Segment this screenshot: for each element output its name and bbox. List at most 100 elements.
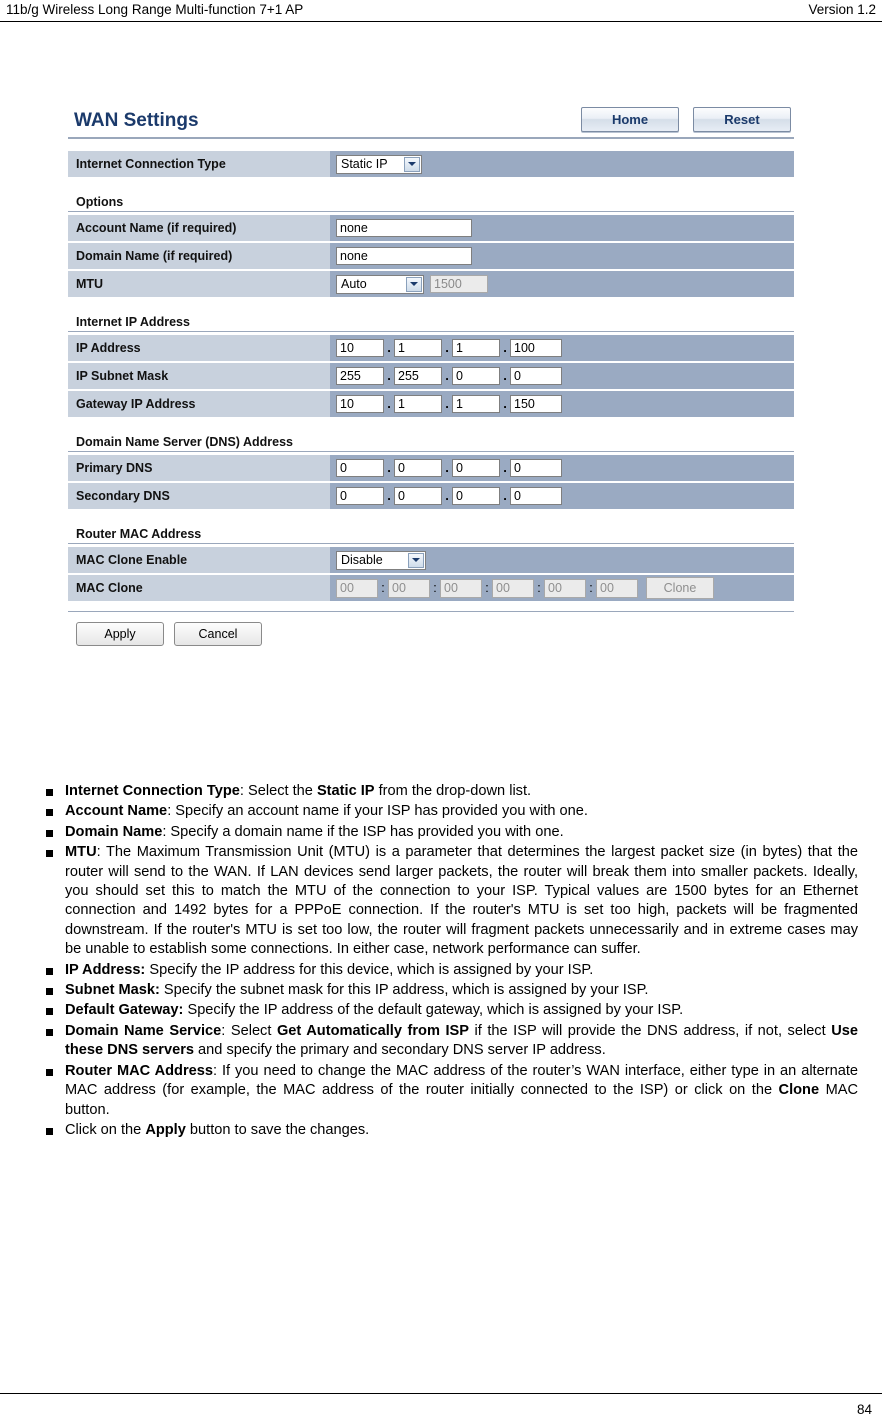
document-page: 11b/g Wireless Long Range Multi-function…: [0, 0, 882, 1424]
row-gateway-ip-address: Gateway IP Address . . .: [68, 391, 794, 417]
primary-dns-octet-1[interactable]: [336, 459, 384, 477]
list-item: Router MAC Address: If you need to chang…: [46, 1062, 858, 1120]
primary-dns-octet-3[interactable]: [452, 459, 500, 477]
mac-octet-2[interactable]: 00: [388, 578, 430, 598]
chevron-down-icon[interactable]: [406, 276, 422, 292]
primary-dns-octet-2[interactable]: [394, 459, 442, 477]
bullet-strong: Static IP: [316, 783, 375, 799]
panel-action-buttons: Home Reset: [581, 107, 794, 132]
list-item: Internet Connection Type: Select the Sta…: [46, 782, 858, 801]
domain-name-input[interactable]: [336, 247, 472, 265]
group-title-options: Options: [68, 195, 794, 212]
secondary-dns-octet-4[interactable]: [510, 487, 562, 505]
mac-separator: :: [589, 581, 593, 595]
ip-address-octet-4[interactable]: [510, 339, 562, 357]
chevron-down-icon[interactable]: [404, 156, 420, 172]
description-bullet-list: Internet Connection Type: Select the Sta…: [46, 782, 858, 1141]
ip-separator: .: [503, 396, 507, 411]
label-primary-dns: Primary DNS: [68, 455, 330, 481]
bullet-text: : The Maximum Transmission Unit (MTU) is…: [65, 844, 858, 958]
label-mtu: MTU: [68, 271, 330, 297]
row-primary-dns: Primary DNS . . .: [68, 455, 794, 481]
bullet-text: : Specify a domain name if the ISP has p…: [162, 823, 564, 840]
primary-dns-octet-4[interactable]: [510, 459, 562, 477]
bullet-text: Specify the IP address for this device, …: [145, 961, 594, 978]
subnet-mask-octet-2[interactable]: [394, 367, 442, 385]
bullet-square-icon: [46, 1127, 53, 1135]
mac-octet-3[interactable]: 00: [440, 578, 482, 598]
page-number: 84: [856, 1401, 872, 1417]
group-internet-ip: Internet IP Address IP Address . . . IP …: [68, 315, 794, 417]
clone-button[interactable]: Clone: [646, 577, 714, 599]
secondary-dns-octet-2[interactable]: [394, 487, 442, 505]
ip-separator: .: [445, 368, 449, 383]
ip-separator: .: [503, 488, 507, 503]
subnet-mask-octet-4[interactable]: [510, 367, 562, 385]
ip-address-octet-3[interactable]: [452, 339, 500, 357]
row-domain-name: Domain Name (if required): [68, 243, 794, 269]
mac-octet-1[interactable]: 00: [336, 578, 378, 598]
mac-octet-4[interactable]: 00: [492, 578, 534, 598]
row-ip-address: IP Address . . .: [68, 335, 794, 361]
bullet-square-icon: [46, 829, 53, 837]
page-title: WAN Settings: [74, 110, 199, 131]
reset-button[interactable]: Reset: [693, 107, 791, 132]
bullet-lead: Default Gateway:: [65, 1002, 184, 1019]
list-item: Click on the Apply button to save the ch…: [46, 1121, 858, 1140]
label-ip-address: IP Address: [68, 335, 330, 361]
cancel-button[interactable]: Cancel: [174, 622, 262, 646]
bullet-strong: Apply: [145, 1121, 186, 1138]
mtu-size-input[interactable]: [430, 275, 488, 293]
bullet-text-after: button to save the changes.: [185, 1121, 370, 1138]
secondary-dns-octet-3[interactable]: [452, 487, 500, 505]
list-item: MTU: The Maximum Transmission Unit (MTU)…: [46, 843, 858, 959]
home-button[interactable]: Home: [581, 107, 679, 132]
label-mac-clone: MAC Clone: [68, 575, 330, 601]
mac-separator: :: [485, 581, 489, 595]
bullet-lead: IP Address:: [65, 961, 146, 978]
bullet-text: : Specify an account name if your ISP ha…: [167, 803, 588, 820]
chevron-down-icon[interactable]: [408, 552, 424, 568]
mac-octet-6[interactable]: 00: [596, 578, 638, 598]
bullet-strong: Clone: [778, 1082, 820, 1099]
ip-separator: .: [387, 460, 391, 475]
list-item: Domain Name: Specify a domain name if th…: [46, 823, 858, 842]
bullet-lead: Account Name: [65, 803, 168, 820]
ip-address-octet-1[interactable]: [336, 339, 384, 357]
select-mtu-mode[interactable]: Auto: [336, 274, 424, 294]
mac-separator: :: [381, 581, 385, 595]
mac-separator: :: [537, 581, 541, 595]
secondary-dns-octet-1[interactable]: [336, 487, 384, 505]
gateway-octet-4[interactable]: [510, 395, 562, 413]
subnet-mask-octet-1[interactable]: [336, 367, 384, 385]
group-title-router-mac: Router MAC Address: [68, 527, 794, 544]
bullet-square-icon: [46, 789, 53, 796]
bullet-lead: Internet Connection Type: [65, 783, 240, 799]
select-internet-connection-type[interactable]: Static IP: [336, 154, 422, 174]
panel-divider: [68, 611, 794, 612]
account-name-input[interactable]: [336, 219, 472, 237]
label-internet-connection-type: Internet Connection Type: [68, 151, 330, 177]
ip-separator: .: [445, 340, 449, 355]
row-mac-clone: MAC Clone 00 : 00 : 00 : 00 : 00 : 00 Cl…: [68, 575, 794, 601]
bullet-text-after: from the drop-down list.: [374, 783, 532, 799]
group-dns: Domain Name Server (DNS) Address Primary…: [68, 435, 794, 509]
ip-separator: .: [445, 488, 449, 503]
bullet-square-icon: [46, 809, 53, 817]
bullet-text: Specify the subnet mask for this IP addr…: [159, 982, 649, 999]
mac-octet-5[interactable]: 00: [544, 578, 586, 598]
bullet-text: Specify the IP address of the default ga…: [183, 1002, 684, 1019]
ip-separator: .: [387, 396, 391, 411]
ip-separator: .: [503, 368, 507, 383]
subnet-mask-octet-3[interactable]: [452, 367, 500, 385]
row-secondary-dns: Secondary DNS . . .: [68, 483, 794, 509]
bullet-lead: Subnet Mask:: [65, 982, 160, 999]
ip-address-octet-2[interactable]: [394, 339, 442, 357]
apply-button[interactable]: Apply: [76, 622, 164, 646]
label-account-name: Account Name (if required): [68, 215, 330, 241]
gateway-octet-3[interactable]: [452, 395, 500, 413]
gateway-octet-1[interactable]: [336, 395, 384, 413]
bullet-lead: Router MAC Address: [65, 1062, 213, 1079]
gateway-octet-2[interactable]: [394, 395, 442, 413]
select-mac-clone-enable[interactable]: Disable: [336, 550, 426, 570]
